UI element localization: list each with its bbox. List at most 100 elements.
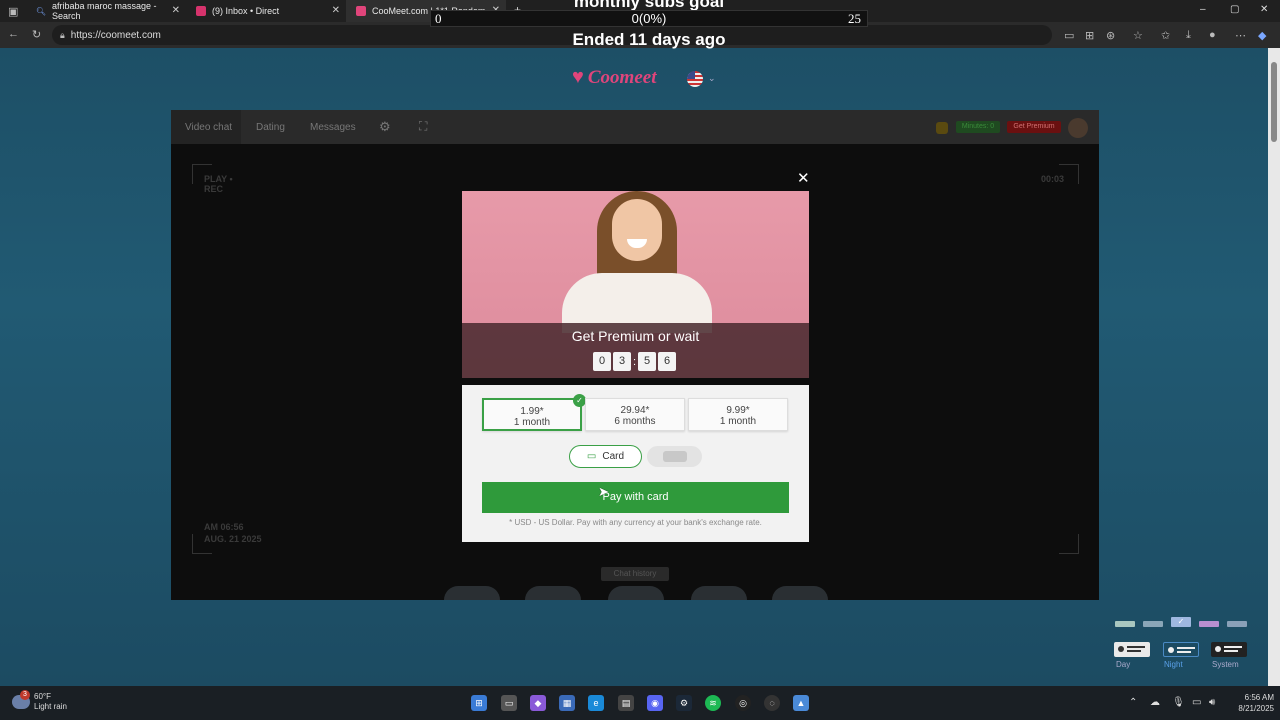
payment-method-card[interactable]: ▭ Card <box>569 445 642 468</box>
promo-photo-face <box>612 199 662 261</box>
tab-title: afribaba maroc massage - Search <box>52 1 157 21</box>
theme-preview-dot <box>1118 646 1124 652</box>
theme-preview-line <box>1127 650 1141 652</box>
user-thumbnail[interactable] <box>608 586 664 600</box>
premium-promo-banner: Get Premium or wait 0 3 : 5 6 <box>462 191 809 378</box>
tab-actions-icon[interactable]: ▣ <box>8 5 18 18</box>
spotify-icon[interactable]: ≋ <box>705 695 721 711</box>
user-thumbnail[interactable] <box>691 586 747 600</box>
profile-icon[interactable]: ● <box>1209 29 1216 41</box>
goal-progress-text: 0(0%) <box>631 11 667 26</box>
countdown-separator: : <box>633 355 637 368</box>
steam-icon[interactable]: ⚙ <box>676 695 692 711</box>
obs-icon[interactable]: ◎ <box>735 695 751 711</box>
promo-photo <box>562 191 712 333</box>
nav-video-chat[interactable]: Video chat <box>185 122 232 133</box>
color-swatch[interactable] <box>1143 621 1163 627</box>
nav-dating[interactable]: Dating <box>256 122 285 133</box>
discord-icon[interactable]: ◉ <box>647 695 663 711</box>
avatar[interactable] <box>1068 118 1088 138</box>
more-menu-icon[interactable]: ⋯ <box>1235 29 1246 42</box>
get-premium-button[interactable]: Get Premium <box>1007 121 1061 133</box>
theme-system-option[interactable] <box>1211 642 1247 657</box>
lock-icon: 🔒︎ <box>60 29 65 40</box>
page-scrollbar[interactable] <box>1268 48 1280 686</box>
color-swatch[interactable] <box>1199 621 1219 627</box>
download-icon[interactable]: ⤓ <box>1186 29 1191 42</box>
system-clock[interactable]: 6:56 AM 8/21/2025 <box>1224 692 1274 714</box>
settings-gear-icon[interactable]: ⚙ <box>379 119 391 135</box>
theme-night-option[interactable] <box>1163 642 1199 657</box>
color-swatch-selected[interactable]: ✓ <box>1171 617 1191 627</box>
site-logo[interactable]: ♥ Coomeet <box>572 66 656 89</box>
plan-period: 1 month <box>513 417 551 428</box>
weather-widget[interactable]: 3 60°F Light rain <box>12 690 67 712</box>
payment-panel: ✓ 1.99* 1 month 29.94* 6 months 9.99* 1 … <box>462 385 809 542</box>
pay-with-card-button[interactable]: Pay with card <box>482 482 789 513</box>
close-window-button[interactable]: ✕ <box>1260 4 1268 15</box>
theme-preview-line <box>1224 646 1242 648</box>
alt-payment-icon <box>662 451 687 462</box>
plan-period: 6 months <box>614 416 656 427</box>
fullscreen-icon[interactable]: ⛶ <box>419 119 427 134</box>
instagram-icon <box>196 6 206 16</box>
color-swatch[interactable] <box>1227 621 1247 627</box>
extensions-icon[interactable]: ⊛ <box>1106 29 1115 42</box>
clock-time: 6:56 AM <box>1244 693 1274 702</box>
logo-text: Coomeet <box>587 66 657 88</box>
copilot-taskbar-icon[interactable]: ◆ <box>530 695 546 711</box>
store-icon[interactable]: ▦ <box>559 695 575 711</box>
volume-icon[interactable]: 🔊︎ <box>1209 697 1215 708</box>
copilot-icon[interactable]: ◆ <box>1258 29 1266 42</box>
chat-history-tab[interactable]: Chat history <box>601 567 669 581</box>
back-icon[interactable]: ← <box>8 28 19 40</box>
subs-goal-progress-bar: 0 0(0%) 25 <box>430 10 868 27</box>
color-swatch[interactable] <box>1115 621 1135 627</box>
tab-instagram[interactable]: (9) Inbox • Direct ✕ <box>186 0 346 22</box>
cast-icon[interactable]: ▭ <box>1064 29 1074 42</box>
terminal-icon[interactable]: ▤ <box>618 695 634 711</box>
user-thumbnail[interactable] <box>772 586 828 600</box>
mic-icon[interactable]: 🎙︎ <box>1172 697 1185 708</box>
close-tab-icon[interactable]: ✕ <box>172 5 180 16</box>
display-icon[interactable]: ▭ <box>1192 697 1201 708</box>
minutes-badge[interactable]: Minutes: 0 <box>956 121 1000 133</box>
plan-option-1-month[interactable]: ✓ 1.99* 1 month <box>482 394 586 431</box>
refresh-icon[interactable]: ↻ <box>32 28 41 41</box>
payment-method-alt[interactable] <box>647 446 702 467</box>
theme-system-label: System <box>1212 660 1239 669</box>
goal-target-value: 25 <box>848 11 861 26</box>
user-thumbnail[interactable] <box>525 586 581 600</box>
theme-preview-line <box>1224 650 1238 652</box>
plan-option-6-months[interactable]: 29.94* 6 months <box>585 398 685 431</box>
scrollbar-thumb[interactable] <box>1271 62 1277 142</box>
minimize-button[interactable]: – <box>1200 4 1206 15</box>
theme-preview-dot <box>1168 647 1174 653</box>
nav-messages[interactable]: Messages <box>310 122 356 133</box>
plan-price: 9.99* <box>726 405 750 416</box>
maximize-button[interactable]: ▢ <box>1230 4 1239 15</box>
chevron-down-icon[interactable]: ⌄ <box>708 73 716 84</box>
countdown-digit: 0 <box>593 352 611 371</box>
start-icon[interactable]: ⊞ <box>471 695 487 711</box>
favorites-icon[interactable]: ✩ <box>1161 29 1170 42</box>
theme-day-option[interactable] <box>1114 642 1150 657</box>
task-view-icon[interactable]: ▭ <box>501 695 517 711</box>
plan-option-1-month-alt[interactable]: 9.99* 1 month <box>688 398 788 431</box>
countdown-digit: 6 <box>658 352 677 371</box>
tray-chevron-icon[interactable]: ⌃ <box>1129 697 1137 708</box>
edge-icon[interactable]: e <box>588 695 604 711</box>
network-icon[interactable]: ☁ <box>1150 697 1160 708</box>
active-app-icon[interactable]: ▲ <box>793 695 809 711</box>
tab-search[interactable]: 🔍︎ afribaba maroc massage - Search ✕ <box>26 0 186 22</box>
timestamp-time: AM 06:56 <box>204 522 244 532</box>
modal-close-button[interactable]: ✕ <box>797 169 810 187</box>
countdown-timer: 0 3 : 5 6 <box>593 352 678 371</box>
apps-icon[interactable]: ⊞ <box>1085 29 1094 42</box>
app-icon[interactable]: ◌ <box>764 695 780 711</box>
us-flag-icon[interactable] <box>687 71 703 87</box>
favorite-star-icon[interactable]: ☆ <box>1133 29 1143 42</box>
close-tab-icon[interactable]: ✕ <box>332 5 340 16</box>
url-text: https://coomeet.com <box>70 29 161 41</box>
user-thumbnail[interactable] <box>444 586 500 600</box>
